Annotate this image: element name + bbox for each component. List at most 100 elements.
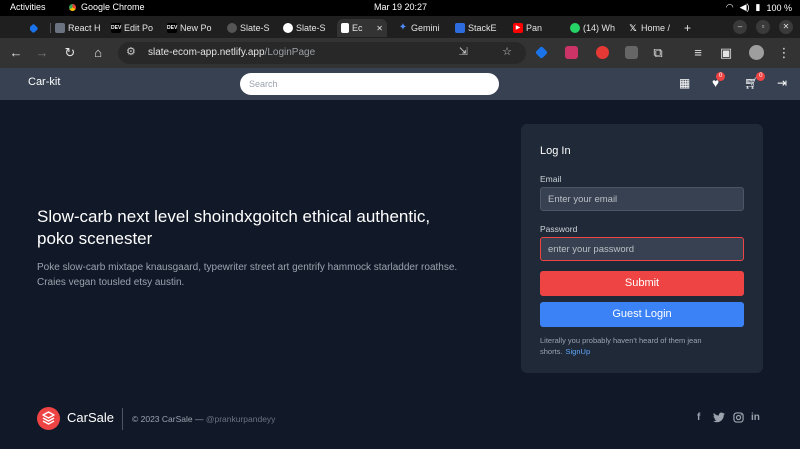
profile-avatar[interactable] [749,45,764,60]
forward-arrow-icon[interactable]: → [34,45,50,61]
system-status-area[interactable]: ◠ ◀) ▮ 100 % [726,2,792,13]
instagram-icon[interactable] [733,412,744,427]
address-bar[interactable]: ⚙ slate-ecom-app.netlify.app/LoginPage ⇲… [118,42,526,64]
bookmark-star-icon[interactable]: ☆ [502,45,512,58]
cart-icon[interactable]: 🛒︎ 0 [744,72,766,90]
gem-icon [30,23,39,33]
app-name: Google Chrome [81,2,145,12]
system-top-bar: Activities Google Chrome Mar 19 20:27 ◠ … [0,0,800,16]
browser-tab[interactable]: Slate-S [283,19,335,37]
react-grid-icon [55,23,65,33]
close-window-button[interactable]: ✕ [779,20,793,34]
browser-tab[interactable]: React H [55,19,107,37]
github-icon [283,23,293,33]
minimize-button[interactable]: – [733,20,747,34]
side-panel-icon[interactable]: ▣ [718,45,734,61]
tab-label: StackE [468,23,497,33]
login-note: Literally you probably haven't heard of … [540,335,730,357]
url-text[interactable]: slate-ecom-app.netlify.app/LoginPage [148,47,315,58]
login-title: Log In [540,145,571,157]
stackedit-icon [455,23,465,33]
cart-count-badge: 0 [756,72,766,81]
password-label: Password [540,224,578,234]
tab-label: New Po [180,23,212,33]
extension-icon[interactable] [625,46,638,59]
chrome-icon [68,2,77,12]
activities-button[interactable]: Activities [10,2,46,12]
password-field[interactable] [540,237,744,261]
tab-label: Ec [352,23,363,33]
tab-label: React H [68,23,101,33]
gem-extension-icon[interactable] [535,46,548,59]
page-icon [341,23,349,33]
login-note-text: Literally you probably haven't heard of … [540,336,702,356]
browser-toolbar: ← → ↻ ⌂ ⚙ slate-ecom-app.netlify.app/Log… [0,38,800,68]
wifi-icon: ◠ [725,2,734,12]
login-card: Log In Email Password Submit Guest Login… [521,124,763,373]
reading-list-icon[interactable]: ≡ [690,45,706,61]
wishlist-heart-icon[interactable]: ♥ 0 [712,72,726,90]
carsale-logo-icon[interactable] [37,407,60,430]
youtube-icon: ▶ [513,23,523,33]
gemini-icon: ✦ [398,22,408,33]
twitter-icon[interactable] [713,412,725,427]
facebook-icon[interactable]: f [697,412,700,424]
tab-strip: React H DEV Edit Po DEV New Po Slate-S S… [0,16,800,38]
browser-tab[interactable] [30,19,44,37]
search-input[interactable] [240,73,499,95]
browser-tab[interactable]: Slate-S [227,19,279,37]
store-icon[interactable]: ▦ [679,76,690,90]
wishlist-count-badge: 0 [716,72,726,81]
browser-tab[interactable]: ✦ Gemini [398,19,450,37]
close-tab-icon[interactable]: ✕ [376,24,383,33]
linkedin-icon[interactable]: in [751,412,760,424]
clock[interactable]: Mar 19 20:27 [374,2,427,12]
tab-divider [50,23,51,33]
new-tab-button[interactable]: + [684,19,696,37]
login-icon[interactable]: ⇥ [777,76,787,90]
email-label: Email [540,174,562,184]
maximize-button[interactable]: ▫ [756,20,770,34]
signup-link[interactable]: SignUp [566,347,591,356]
tab-label: Pan [526,23,543,33]
hero-title: Slow-carb next level shoindxgoitch ethic… [37,207,431,248]
browser-tab[interactable]: DEV New Po [167,19,219,37]
extension-icon[interactable] [596,46,609,59]
install-app-icon[interactable]: ⇲ [459,45,468,58]
dev-icon: DEV [111,23,122,33]
browser-tab-active[interactable]: Ec ✕ [337,19,387,37]
battery-level: 100 % [766,2,792,13]
tab-label: Slate-S [240,23,270,33]
globe-icon [227,23,237,33]
tab-label: Slate-S [296,23,326,33]
author-handle-link[interactable]: @prankurpandeyy [206,414,276,424]
footer-divider [122,408,123,430]
guest-login-button[interactable]: Guest Login [540,302,744,327]
browser-tab[interactable]: ▶ Pan [513,19,551,37]
copyright-text: © 2023 CarSale — @prankurpandeyy [132,414,276,424]
site-info-icon[interactable]: ⚙ [126,45,136,58]
menu-kebab-icon[interactable]: ⋮ [776,45,792,61]
app-menu[interactable]: Google Chrome [68,2,145,12]
browser-tab[interactable]: 𝕏 Home / [628,19,676,37]
email-field[interactable] [540,187,744,211]
extension-icon[interactable] [565,46,578,59]
whatsapp-icon [570,23,580,33]
tab-label: (14) Wh [583,23,616,33]
home-icon[interactable]: ⌂ [90,45,106,61]
tab-label: Home / [641,23,671,33]
hero-description: Poke slow-carb mixtape knausgaard, typew… [37,262,458,288]
volume-icon: ◀) [739,2,750,12]
reload-icon[interactable]: ↻ [62,45,78,61]
submit-button[interactable]: Submit [540,271,744,296]
site-header: Car-kit ▦ ♥0 🛒︎0 ⇥ [0,68,800,100]
extensions-puzzle-icon[interactable]: ⧉ [650,45,666,61]
browser-tab[interactable]: (14) Wh [570,19,626,37]
brand-logo-text[interactable]: Car-kit [28,76,60,88]
browser-tab[interactable]: DEV Edit Po [111,19,163,37]
back-arrow-icon[interactable]: ← [8,45,24,61]
x-icon: 𝕏 [629,23,637,33]
footer-brand[interactable]: CarSale [67,410,114,425]
browser-tab[interactable]: StackE [455,19,507,37]
dev-icon: DEV [167,23,178,33]
